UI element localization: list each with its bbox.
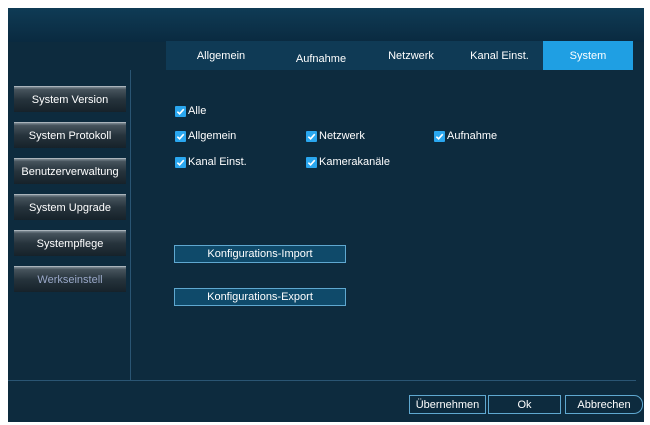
- button-label: Konfigurations-Import: [207, 248, 313, 260]
- sidebar-item-benutzerverwaltung[interactable]: Benutzerverwaltung: [14, 158, 126, 184]
- button-label: Abbrechen: [577, 398, 631, 411]
- checkmark-icon: [306, 130, 317, 142]
- checkbox-allgemein[interactable]: Allgemein: [175, 130, 236, 142]
- button-label: Ok: [517, 398, 532, 411]
- tab-label: Aufnahme: [295, 52, 347, 65]
- sidebar-item-system-version[interactable]: System Version: [14, 86, 126, 112]
- tab-label: System: [569, 49, 607, 62]
- checkbox-label: Allgemein: [188, 130, 237, 142]
- checkbox-kanal-einst[interactable]: Kanal Einst.: [175, 156, 247, 168]
- sidebar-item-label: Werkseinstell: [37, 273, 103, 286]
- tab-label: Kanal Einst.: [470, 49, 529, 62]
- checkbox-netzwerk[interactable]: Netzwerk: [306, 130, 365, 142]
- checkbox-label: Alle: [188, 105, 207, 117]
- tab-label: Netzwerk: [388, 49, 434, 62]
- checkbox-label: Kamerakanäle: [319, 156, 390, 168]
- ok-button[interactable]: Ok: [488, 395, 561, 414]
- sidebar-item-system-upgrade[interactable]: System Upgrade: [14, 194, 126, 220]
- sidebar-item-label: System Version: [31, 93, 109, 106]
- checkbox-kamerakanaele[interactable]: Kamerakanäle: [306, 156, 390, 168]
- tab-allgemein[interactable]: Allgemein: [166, 41, 276, 70]
- footer-divider: [8, 380, 636, 381]
- checkmark-icon: [175, 156, 186, 168]
- checkbox-label: Kanal Einst.: [188, 156, 247, 168]
- title-bar: [8, 8, 644, 42]
- system-settings-window: Allgemein Aufnahme Netzwerk Kanal Einst.…: [8, 8, 644, 422]
- tab-system[interactable]: System: [543, 41, 633, 70]
- tab-label: Allgemein: [196, 49, 246, 62]
- config-import-button[interactable]: Konfigurations-Import: [174, 245, 346, 263]
- tab-bar: Allgemein Aufnahme Netzwerk Kanal Einst.…: [166, 41, 633, 70]
- sidebar-item-systempflege[interactable]: Systempflege: [14, 230, 126, 256]
- sidebar-item-label: Systempflege: [36, 237, 104, 250]
- sidebar-item-label: Benutzerverwaltung: [21, 165, 119, 178]
- checkbox-aufnahme[interactable]: Aufnahme: [434, 130, 497, 142]
- tab-kanal-einst[interactable]: Kanal Einst.: [456, 41, 543, 70]
- checkmark-icon: [175, 105, 186, 117]
- checkmark-icon: [434, 130, 445, 142]
- checkmark-icon: [306, 156, 317, 168]
- sidebar-item-system-protokoll[interactable]: System Protokoll: [14, 122, 126, 148]
- apply-button[interactable]: Übernehmen: [409, 395, 486, 414]
- config-export-button[interactable]: Konfigurations-Export: [174, 288, 346, 306]
- button-label: Übernehmen: [415, 398, 480, 411]
- button-label: Konfigurations-Export: [207, 291, 313, 303]
- checkbox-label: Netzwerk: [319, 130, 365, 142]
- sidebar: System Version System Protokoll Benutzer…: [8, 70, 131, 380]
- tab-netzwerk[interactable]: Netzwerk: [366, 41, 456, 70]
- sidebar-item-werkseinstell[interactable]: Werkseinstell: [14, 266, 126, 292]
- cancel-button[interactable]: Abbrechen: [565, 395, 643, 414]
- checkbox-label: Aufnahme: [447, 130, 498, 142]
- tab-aufnahme[interactable]: Aufnahme: [276, 41, 366, 70]
- checkmark-icon: [175, 130, 186, 142]
- sidebar-item-label: System Protokoll: [28, 129, 112, 142]
- sidebar-item-label: System Upgrade: [29, 201, 111, 214]
- checkbox-alle[interactable]: Alle: [175, 105, 206, 117]
